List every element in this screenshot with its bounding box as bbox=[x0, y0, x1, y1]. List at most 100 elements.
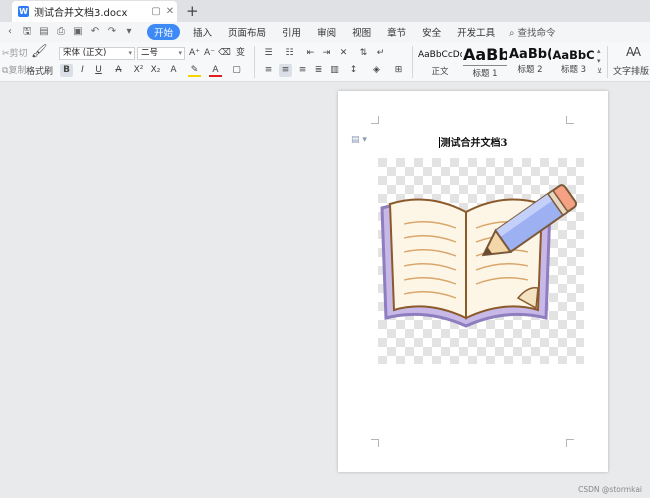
margin-corner-marker bbox=[566, 116, 574, 124]
style-heading-3-label: 标题 3 bbox=[560, 65, 587, 75]
align-left-icon[interactable]: ≡ bbox=[262, 64, 275, 77]
close-tab-icon[interactable]: ✕ bbox=[164, 6, 176, 18]
phonetic-guide-icon[interactable]: 变 bbox=[234, 47, 247, 60]
align-right-icon[interactable]: ≡ bbox=[296, 64, 309, 77]
font-name-select[interactable]: 宋体 (正文) ▾ bbox=[59, 47, 135, 60]
decrease-indent-icon[interactable]: ⇤ bbox=[304, 47, 317, 60]
tab-view[interactable]: 视图 bbox=[352, 25, 371, 39]
line-spacing-icon[interactable]: ↕ bbox=[347, 64, 360, 77]
bold-icon[interactable]: B bbox=[60, 64, 73, 77]
document-tab-title: 测试合并文档3.docx bbox=[34, 8, 128, 19]
tab-review[interactable]: 审阅 bbox=[317, 25, 336, 39]
export-pdf-icon[interactable]: ▤ bbox=[37, 25, 51, 39]
borders-icon[interactable]: ⊞ bbox=[392, 64, 405, 77]
pin-icon[interactable]: ▢ bbox=[150, 6, 162, 18]
print-preview-icon[interactable]: ▣ bbox=[71, 25, 85, 39]
tab-developer[interactable]: 开发工具 bbox=[457, 25, 495, 39]
style-normal-label: 正文 bbox=[431, 67, 449, 77]
align-center-icon[interactable]: ≡ bbox=[279, 64, 292, 77]
tab-home[interactable]: 开始 bbox=[147, 24, 181, 40]
shrink-font-icon[interactable]: A⁻ bbox=[203, 47, 216, 60]
cut-button[interactable]: ✂剪切 bbox=[2, 48, 28, 60]
ribbon-home: ✂剪切 ⧉复制 🖌 格式刷 宋体 (正文) ▾ 二号 ▾ A⁺ A⁻ ⌫ 变 B… bbox=[0, 42, 650, 82]
shading-icon[interactable]: ◈ bbox=[370, 64, 383, 77]
chevron-down-icon: ▾ bbox=[128, 49, 132, 57]
margin-corner-marker bbox=[566, 439, 574, 447]
underline-icon[interactable]: U bbox=[92, 64, 105, 77]
style-heading-1-sample: AaBb bbox=[463, 45, 507, 64]
format-painter-label[interactable]: 格式刷 bbox=[26, 66, 53, 78]
copy-label: 复制 bbox=[8, 66, 27, 76]
strikethrough-icon[interactable]: A bbox=[112, 64, 125, 77]
style-heading-2[interactable]: AaBb( 标题 2 bbox=[509, 45, 551, 79]
tab-strip: W 测试合并文档3.docx ▢ ✕ + bbox=[0, 0, 650, 22]
highlight-icon[interactable]: ✎ bbox=[188, 64, 201, 77]
search-command-label: 查找命令 bbox=[517, 28, 556, 39]
tab-chapter[interactable]: 章节 bbox=[387, 25, 406, 39]
style-heading-2-label: 标题 2 bbox=[517, 65, 543, 75]
divider bbox=[254, 46, 255, 78]
tab-security[interactable]: 安全 bbox=[422, 25, 441, 39]
tab-references[interactable]: 引用 bbox=[282, 25, 301, 39]
document-title-text: 测试合并文档3 bbox=[440, 138, 508, 149]
redo-icon[interactable]: ↷ bbox=[105, 25, 119, 39]
style-heading-3[interactable]: AaBbC 标题 3 bbox=[552, 45, 595, 79]
style-heading-3-sample: AaBbC bbox=[552, 48, 595, 62]
grow-font-icon[interactable]: A⁺ bbox=[188, 47, 201, 60]
font-color-icon[interactable]: A bbox=[209, 64, 222, 77]
style-heading-2-sample: AaBb( bbox=[509, 47, 551, 62]
increase-indent-icon[interactable]: ⇥ bbox=[320, 47, 333, 60]
text-layout-label[interactable]: 文字排版 bbox=[613, 66, 649, 78]
text-cursor bbox=[438, 137, 440, 148]
search-command[interactable]: ⌕ 查找命令 bbox=[509, 25, 555, 39]
menu-bar: ‹ 🖫 ▤ ⎙ ▣ ↶ ↷ ▾ 开始 插入 页面布局 引用 审阅 视图 章节 安… bbox=[0, 22, 650, 42]
more-icon: ⊻ bbox=[597, 67, 603, 75]
chinese-layout-icon[interactable]: ✕ bbox=[337, 47, 350, 60]
clear-format-icon[interactable]: ⌫ bbox=[218, 47, 231, 60]
chevron-down-icon: ▾ bbox=[597, 57, 601, 65]
copy-button[interactable]: ⧉复制 bbox=[2, 65, 26, 77]
styles-scroll[interactable]: ▴ ▾ ⊻ bbox=[597, 46, 604, 78]
subscript-icon[interactable]: X₂ bbox=[149, 64, 162, 77]
chevron-up-icon: ▴ bbox=[597, 47, 601, 55]
print-icon[interactable]: ⎙ bbox=[54, 25, 68, 39]
style-heading-1[interactable]: AaBb 标题 1 bbox=[463, 45, 507, 79]
show-marks-icon[interactable]: ↵ bbox=[374, 47, 387, 60]
customize-dropdown-icon[interactable]: ▾ bbox=[122, 25, 136, 39]
char-border-icon[interactable]: ▢ bbox=[230, 64, 243, 77]
margin-corner-marker bbox=[371, 116, 379, 124]
justify-icon[interactable]: ≣ bbox=[312, 64, 325, 77]
format-painter-icon[interactable]: 🖌 bbox=[31, 45, 48, 58]
save-icon[interactable]: 🖫 bbox=[20, 25, 34, 39]
font-size-value: 二号 bbox=[141, 48, 159, 58]
tab-page-layout[interactable]: 页面布局 bbox=[228, 25, 266, 39]
document-title[interactable]: 测试合并文档3 bbox=[338, 134, 608, 149]
new-tab-icon[interactable]: + bbox=[186, 2, 199, 20]
cut-icon: ✂ bbox=[2, 49, 10, 59]
divider bbox=[607, 46, 608, 78]
margin-corner-marker bbox=[371, 439, 379, 447]
document-page[interactable]: ▤ ▾ 测试合并文档3 bbox=[338, 91, 608, 472]
word-doc-icon: W bbox=[18, 6, 29, 17]
text-layout-icon[interactable]: Ꜳ bbox=[626, 46, 641, 58]
cut-label: 剪切 bbox=[9, 49, 28, 59]
style-normal[interactable]: AaBbCcDd 正文 bbox=[418, 45, 462, 79]
bullet-list-icon[interactable]: ☰ bbox=[262, 47, 275, 60]
watermark: CSDN @stormkai bbox=[578, 485, 642, 494]
italic-icon[interactable]: I bbox=[76, 64, 89, 77]
tab-insert[interactable]: 插入 bbox=[193, 25, 212, 39]
numbered-list-icon[interactable]: ☷ bbox=[283, 47, 296, 60]
book-pencil-image[interactable] bbox=[378, 158, 584, 364]
style-heading-1-label: 标题 1 bbox=[463, 65, 507, 79]
undo-icon[interactable]: ↶ bbox=[88, 25, 102, 39]
font-size-select[interactable]: 二号 ▾ bbox=[137, 47, 185, 60]
superscript-icon[interactable]: X² bbox=[132, 64, 145, 77]
font-name-value: 宋体 (正文) bbox=[63, 48, 107, 58]
chevron-left-icon[interactable]: ‹ bbox=[3, 25, 17, 39]
text-effect-icon[interactable]: A bbox=[167, 64, 180, 77]
distribute-icon[interactable]: ▥ bbox=[328, 64, 341, 77]
search-icon: ⌕ bbox=[509, 28, 515, 39]
sort-icon[interactable]: ⇅ bbox=[357, 47, 370, 60]
divider bbox=[412, 46, 413, 78]
document-tab[interactable]: W 测试合并文档3.docx ▢ ✕ bbox=[12, 1, 177, 22]
